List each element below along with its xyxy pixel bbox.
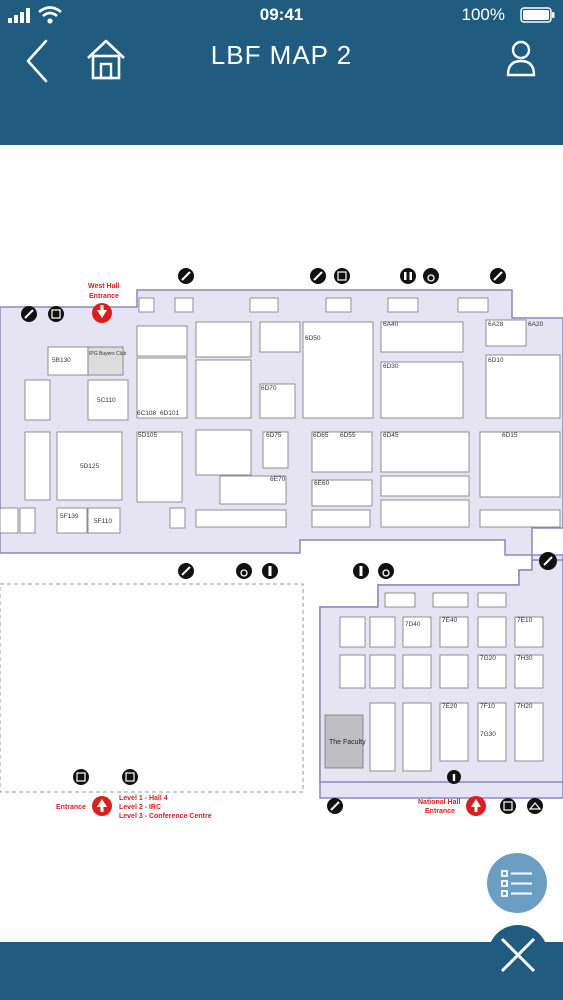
stand-label: 6A40 bbox=[383, 321, 399, 328]
entrance-arrow-icon bbox=[92, 796, 112, 816]
stand-label: 7E40 bbox=[442, 617, 458, 624]
atm-icon bbox=[334, 268, 350, 284]
stand-label: 6A28 bbox=[488, 321, 504, 328]
stand-label: 6D45 bbox=[383, 432, 399, 439]
list-icon bbox=[501, 870, 532, 897]
battery-icon bbox=[520, 7, 555, 23]
wheelchair-icon bbox=[378, 563, 394, 579]
food-icon bbox=[310, 268, 326, 284]
food-icon bbox=[490, 268, 506, 284]
stand-label: 5B130 bbox=[52, 357, 71, 364]
list-button[interactable] bbox=[487, 853, 547, 913]
cloakroom-icon bbox=[527, 798, 543, 814]
stand-label: 5F110 bbox=[94, 518, 112, 525]
info-icon bbox=[447, 770, 461, 784]
stand-label: 6D30 bbox=[383, 363, 399, 370]
map-area[interactable]: 5B130 5C110 5D125 5F110 5F139 5D105 6C10… bbox=[0, 145, 563, 942]
user-icon[interactable] bbox=[505, 35, 537, 85]
stand-label: 6A20 bbox=[528, 321, 544, 328]
stand-label: 6E70 bbox=[270, 476, 286, 483]
stand-label: 7E20 bbox=[442, 703, 458, 710]
atm-icon bbox=[500, 798, 516, 814]
stand-label: 6E60 bbox=[314, 480, 330, 487]
floor-plan[interactable]: 5B130 5C110 5D125 5F110 5F139 5D105 6C10… bbox=[0, 145, 563, 942]
wheelchair-icon bbox=[423, 268, 439, 284]
stand-label: 6D10 bbox=[488, 357, 504, 364]
food-icon bbox=[178, 563, 194, 579]
hall-4-outline bbox=[0, 583, 304, 793]
atm-icon bbox=[73, 769, 89, 785]
stand-label: 6D55 bbox=[340, 432, 356, 439]
national-hall-label: National Hall bbox=[418, 799, 460, 806]
stand-label: 7D40 bbox=[405, 621, 421, 628]
levels-label-2: Level 2 - IRC bbox=[119, 804, 161, 811]
status-bar: 09:41 100% bbox=[0, 0, 563, 30]
stand-label: 7H30 bbox=[517, 655, 533, 662]
west-hall-label: West Hall bbox=[88, 283, 119, 290]
close-icon bbox=[500, 937, 536, 973]
stand-label: 5D105 bbox=[138, 432, 158, 439]
the-faculty-label: The Faculty bbox=[329, 739, 366, 746]
stand-label: 7G30 bbox=[480, 731, 496, 738]
entrance-label: Entrance bbox=[56, 804, 86, 811]
atm-icon bbox=[48, 306, 64, 322]
food-icon bbox=[178, 268, 194, 284]
stand-label: 7G20 bbox=[480, 655, 496, 662]
stand-label: 5C110 bbox=[97, 397, 116, 404]
toilets-icon bbox=[400, 268, 416, 284]
ipg-club-label: IPG Buyers Club bbox=[89, 351, 126, 357]
entrance-arrow-icon bbox=[92, 303, 112, 323]
stand-label: 6D65 bbox=[313, 432, 329, 439]
stand-label: 7E10 bbox=[517, 617, 533, 624]
stand-label: 5F139 bbox=[60, 513, 79, 520]
food-icon bbox=[539, 552, 557, 570]
bottom-bar bbox=[0, 942, 563, 1000]
close-button[interactable] bbox=[488, 925, 548, 985]
wheelchair-icon bbox=[236, 563, 252, 579]
toilet-icon bbox=[353, 563, 369, 579]
stand-label: 7F10 bbox=[480, 703, 495, 710]
stand-label: 6D15 bbox=[502, 432, 518, 439]
page-title: LBF MAP 2 bbox=[210, 40, 353, 70]
stand-label: 6C108 bbox=[137, 410, 157, 417]
food-icon bbox=[21, 306, 37, 322]
stand-label: 6D75 bbox=[266, 432, 282, 439]
battery-percent: 100% bbox=[461, 5, 505, 24]
levels-label-3: Level 3 - Conference Centre bbox=[119, 813, 212, 820]
stand-label: 5D125 bbox=[80, 463, 100, 470]
nav-bar: LBF MAP 2 bbox=[0, 30, 563, 145]
stand-label: 6D70 bbox=[261, 385, 277, 392]
toilet-icon bbox=[262, 563, 278, 579]
atm-icon bbox=[122, 769, 138, 785]
stand-label: 6D101 bbox=[160, 410, 180, 417]
west-hall-label-2: Entrance bbox=[89, 293, 119, 300]
food-icon bbox=[327, 798, 343, 814]
levels-label-1: Level 1 - Hall 4 bbox=[119, 795, 168, 802]
stand-label: 7H20 bbox=[517, 703, 533, 710]
stand-label: 6D50 bbox=[305, 335, 321, 342]
entrance-arrow-icon bbox=[466, 796, 486, 816]
national-hall-label-2: Entrance bbox=[425, 808, 455, 815]
